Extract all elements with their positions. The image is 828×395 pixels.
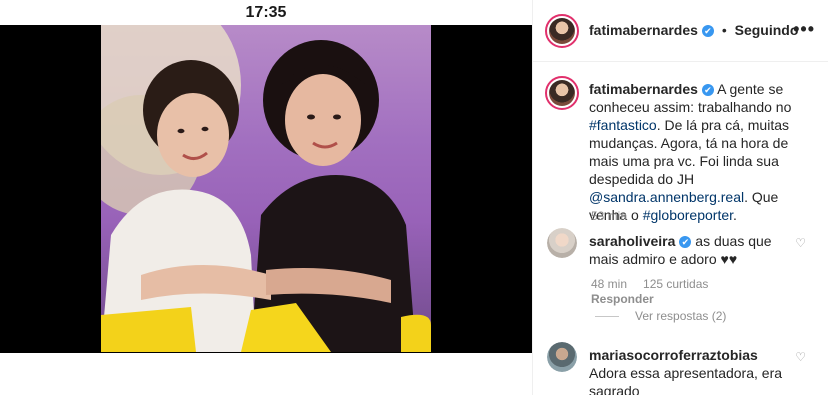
avatar-image bbox=[547, 228, 577, 258]
hashtag-fantastico[interactable]: #fantastico bbox=[589, 117, 657, 133]
post-panel: fatimabernardes ✔ • Seguindo ••• fatimabe… bbox=[532, 0, 828, 395]
photo-illustration bbox=[101, 25, 431, 352]
dot-separator: • bbox=[721, 22, 727, 38]
comment-item: mariasocorroferraztobias Adora essa apre… bbox=[589, 346, 789, 395]
caption-text: . bbox=[733, 207, 737, 223]
hashtag-globoreporter[interactable]: #globoreporter bbox=[643, 207, 733, 223]
author-avatar[interactable] bbox=[545, 14, 579, 48]
verified-icon: ✔ bbox=[679, 236, 692, 249]
post-header: fatimabernardes ✔ • Seguindo ••• bbox=[533, 0, 828, 62]
header-user-line: fatimabernardes ✔ • Seguindo bbox=[589, 22, 798, 38]
verified-icon: ✔ bbox=[701, 25, 714, 38]
avatar-image bbox=[549, 18, 575, 44]
commenter-avatar[interactable] bbox=[547, 342, 577, 372]
media-bottom-strip bbox=[0, 353, 532, 395]
more-options-icon[interactable]: ••• bbox=[793, 19, 815, 40]
avatar-image bbox=[549, 80, 575, 106]
view-replies-button[interactable]: Ver respostas (2) bbox=[595, 309, 726, 323]
avatar-image bbox=[547, 342, 577, 372]
comment-username[interactable]: mariasocorroferraztobias bbox=[589, 347, 758, 363]
status-clock: 17:35 bbox=[245, 4, 287, 21]
caption-avatar[interactable] bbox=[545, 76, 579, 110]
reply-button[interactable]: Responder bbox=[591, 292, 654, 306]
caption-username[interactable]: fatimabernardes bbox=[589, 81, 698, 97]
comment-item: saraholiveira ✔ as duas que mais admiro e… bbox=[589, 232, 789, 268]
author-username[interactable]: fatimabernardes bbox=[589, 22, 698, 38]
post-caption: fatimabernardes ✔ A gente se conheceu ass… bbox=[589, 80, 817, 224]
divider-line bbox=[595, 316, 619, 318]
comment-text: Adora essa apresentadora, era sagrado bbox=[589, 365, 783, 395]
heart-icon[interactable]: ♡ bbox=[795, 236, 806, 250]
comment-username[interactable]: saraholiveira bbox=[589, 233, 675, 249]
comment-likes[interactable]: 125 curtidas bbox=[643, 277, 708, 291]
comment-time[interactable]: 48 min bbox=[591, 277, 627, 291]
mention-sandra[interactable]: @sandra.annenberg.real bbox=[589, 189, 744, 205]
post-photo[interactable] bbox=[101, 25, 431, 352]
comment-meta: 48 min 125 curtidas bbox=[591, 277, 724, 291]
following-button[interactable]: Seguindo bbox=[735, 22, 799, 38]
media-area: 17:35 bbox=[0, 0, 532, 395]
commenter-avatar[interactable] bbox=[547, 228, 577, 258]
caption-timestamp[interactable]: 53 min bbox=[591, 209, 627, 223]
verified-icon: ✔ bbox=[701, 84, 714, 97]
heart-icon[interactable]: ♡ bbox=[795, 350, 806, 364]
view-replies-label: Ver respostas (2) bbox=[635, 309, 727, 323]
